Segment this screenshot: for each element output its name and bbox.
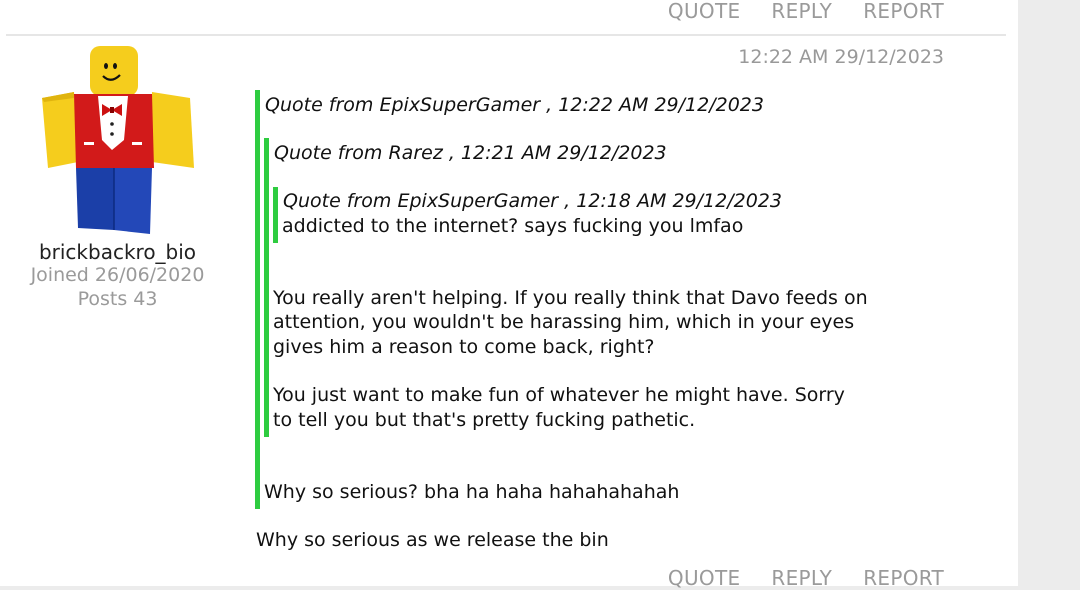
- post-actions-bottom: QUOTE REPLY REPORT: [668, 566, 944, 590]
- report-button[interactable]: REPORT: [863, 566, 944, 590]
- quote-button[interactable]: QUOTE: [668, 566, 740, 590]
- post-panel: QUOTE REPLY REPORT 12:22 AM 29/12/2023 b…: [0, 0, 1018, 590]
- reply-button[interactable]: REPLY: [771, 566, 832, 590]
- quote-body-level2-line3: gives him a reason to come back, right?: [273, 336, 655, 358]
- quote-header-level2: Quote from Rarez , 12:21 AM 29/12/2023: [274, 142, 667, 164]
- page-gutter: [1018, 0, 1080, 586]
- quote-body-level2-line5: to tell you but that's pretty fucking pa…: [273, 409, 696, 431]
- post-body: Why so serious as we release the bin: [256, 529, 609, 551]
- quote-header-level1: Quote from EpixSuperGamer , 12:22 AM 29/…: [265, 94, 764, 116]
- quote-header-level3: Quote from EpixSuperGamer , 12:18 AM 29/…: [283, 190, 782, 212]
- quote-body-level2-line4: You just want to make fun of whatever he…: [273, 384, 845, 406]
- report-button[interactable]: REPORT: [863, 0, 944, 23]
- quote-body-level3: addicted to the internet? says fucking y…: [282, 215, 744, 237]
- quote-body-level2-line1: You really aren't helping. If you really…: [273, 287, 868, 309]
- post-timestamp: 12:22 AM 29/12/2023: [738, 46, 944, 68]
- post-actions-top: QUOTE REPLY REPORT: [668, 0, 944, 23]
- quote-bar-level1: [255, 90, 260, 509]
- quote-button[interactable]: QUOTE: [668, 0, 740, 23]
- author-joined: Joined 26/06/2020: [30, 264, 205, 286]
- post-divider: [6, 34, 1006, 36]
- author-post-count: Posts 43: [77, 288, 158, 310]
- quote-bar-level2: [264, 138, 269, 437]
- reply-button[interactable]: REPLY: [771, 0, 832, 23]
- quote-body-level2-line2: attention, you wouldn't be harassing him…: [273, 311, 855, 333]
- author-username[interactable]: brickbackro_bio: [0, 240, 235, 264]
- quote-bar-level3: [273, 187, 278, 243]
- quote-body-level1: Why so serious? bha ha haha hahahahahah: [264, 481, 680, 503]
- avatar[interactable]: [40, 44, 196, 236]
